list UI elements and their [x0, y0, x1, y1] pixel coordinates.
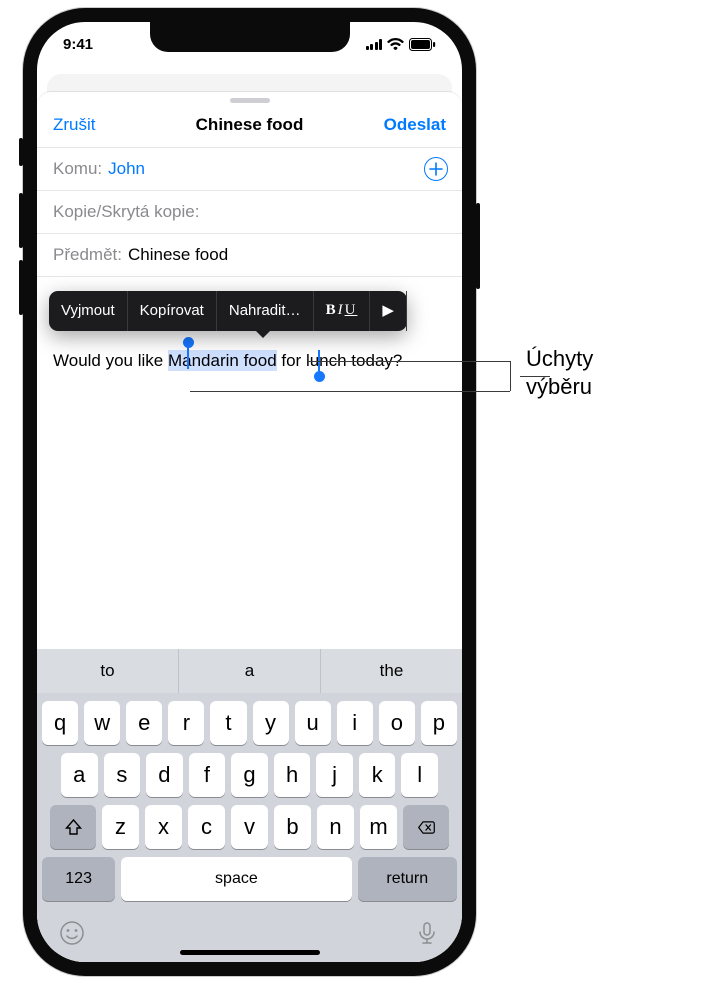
power-button [476, 203, 480, 289]
key-c[interactable]: c [188, 805, 225, 849]
backspace-key[interactable] [403, 805, 449, 849]
key-row-3: z x c v b n m [37, 797, 462, 849]
key-y[interactable]: y [253, 701, 289, 745]
header-fields: Komu: John Kopie/Skrytá kopie: Předmět: … [37, 147, 462, 277]
key-j[interactable]: j [316, 753, 353, 797]
replace-button[interactable]: Nahradit… [217, 291, 314, 331]
body-text-pre: Would you like [53, 351, 168, 370]
home-indicator[interactable] [180, 950, 320, 955]
key-a[interactable]: a [61, 753, 98, 797]
key-x[interactable]: x [145, 805, 182, 849]
predictive-bar: to a the [37, 649, 462, 693]
mute-switch [19, 138, 23, 166]
key-p[interactable]: p [421, 701, 457, 745]
cc-bcc-field[interactable]: Kopie/Skrytá kopie: [37, 191, 462, 234]
key-z[interactable]: z [102, 805, 139, 849]
key-row-4: 123 space return [37, 849, 462, 910]
emoji-icon [59, 920, 85, 946]
plus-icon [429, 162, 443, 176]
status-time: 9:41 [63, 36, 93, 53]
key-q[interactable]: q [42, 701, 78, 745]
key-l[interactable]: l [401, 753, 438, 797]
keyboard: to a the q w e r t y u i o p a [37, 649, 462, 962]
volume-down-button [19, 260, 23, 315]
subject-field[interactable]: Předmět: Chinese food [37, 234, 462, 277]
cut-button[interactable]: Vyjmout [49, 291, 128, 331]
key-g[interactable]: g [231, 753, 268, 797]
key-n[interactable]: n [317, 805, 354, 849]
backspace-icon [417, 818, 436, 837]
message-body[interactable]: Vyjmout Kopírovat Nahradit… BIU ▶ Would … [37, 277, 462, 649]
key-r[interactable]: r [168, 701, 204, 745]
cc-label: Kopie/Skrytá kopie: [53, 202, 199, 222]
text-edit-menu: Vyjmout Kopírovat Nahradit… BIU ▶ [49, 291, 407, 331]
subject-label: Předmět: [53, 245, 122, 265]
prediction-1[interactable]: to [37, 649, 179, 693]
copy-button[interactable]: Kopírovat [128, 291, 217, 331]
compose-sheet: Zrušit Chinese food Odeslat Komu: John K… [37, 92, 462, 962]
more-button[interactable]: ▶ [370, 291, 407, 331]
cancel-button[interactable]: Zrušit [53, 115, 96, 135]
key-m[interactable]: m [360, 805, 397, 849]
selected-text[interactable]: Mandarin food [168, 350, 277, 371]
to-label: Komu: [53, 159, 102, 179]
subject-value: Chinese food [128, 245, 228, 265]
key-t[interactable]: t [210, 701, 246, 745]
shift-key[interactable] [50, 805, 96, 849]
key-d[interactable]: d [146, 753, 183, 797]
space-key[interactable]: space [121, 857, 351, 901]
key-u[interactable]: u [295, 701, 331, 745]
key-f[interactable]: f [189, 753, 226, 797]
battery-icon [409, 38, 436, 51]
key-row-2: a s d f g h j k l [37, 745, 462, 797]
to-field[interactable]: Komu: John [37, 148, 462, 191]
compose-navbar: Zrušit Chinese food Odeslat [37, 103, 462, 147]
microphone-icon [414, 920, 440, 946]
add-recipient-button[interactable] [424, 157, 448, 181]
prediction-3[interactable]: the [321, 649, 462, 693]
shift-icon [64, 818, 83, 837]
key-o[interactable]: o [379, 701, 415, 745]
callout-line [308, 361, 510, 362]
dictation-button[interactable] [414, 920, 440, 951]
key-i[interactable]: i [337, 701, 373, 745]
volume-up-button [19, 193, 23, 248]
phone-frame: 9:41 Zrušit Chinese food Odeslat [23, 8, 476, 976]
cellular-icon [366, 39, 383, 50]
key-s[interactable]: s [104, 753, 141, 797]
to-value: John [108, 159, 145, 179]
callout-brace [510, 361, 511, 391]
menu-arrow-icon [255, 330, 271, 338]
key-k[interactable]: k [359, 753, 396, 797]
numbers-key[interactable]: 123 [42, 857, 115, 901]
emoji-button[interactable] [59, 920, 85, 951]
biu-button[interactable]: BIU [314, 291, 371, 331]
key-e[interactable]: e [126, 701, 162, 745]
key-h[interactable]: h [274, 753, 311, 797]
callout-label: Úchyty výběru [526, 345, 593, 400]
prediction-2[interactable]: a [179, 649, 321, 693]
send-button[interactable]: Odeslat [384, 115, 446, 135]
key-v[interactable]: v [231, 805, 268, 849]
selection-handle-start[interactable] [187, 347, 189, 369]
notch [150, 22, 350, 52]
return-key[interactable]: return [358, 857, 457, 901]
key-w[interactable]: w [84, 701, 120, 745]
screen: 9:41 Zrušit Chinese food Odeslat [37, 22, 462, 962]
key-row-1: q w e r t y u i o p [37, 693, 462, 745]
callout-line [190, 391, 510, 392]
wifi-icon [387, 38, 404, 50]
key-b[interactable]: b [274, 805, 311, 849]
